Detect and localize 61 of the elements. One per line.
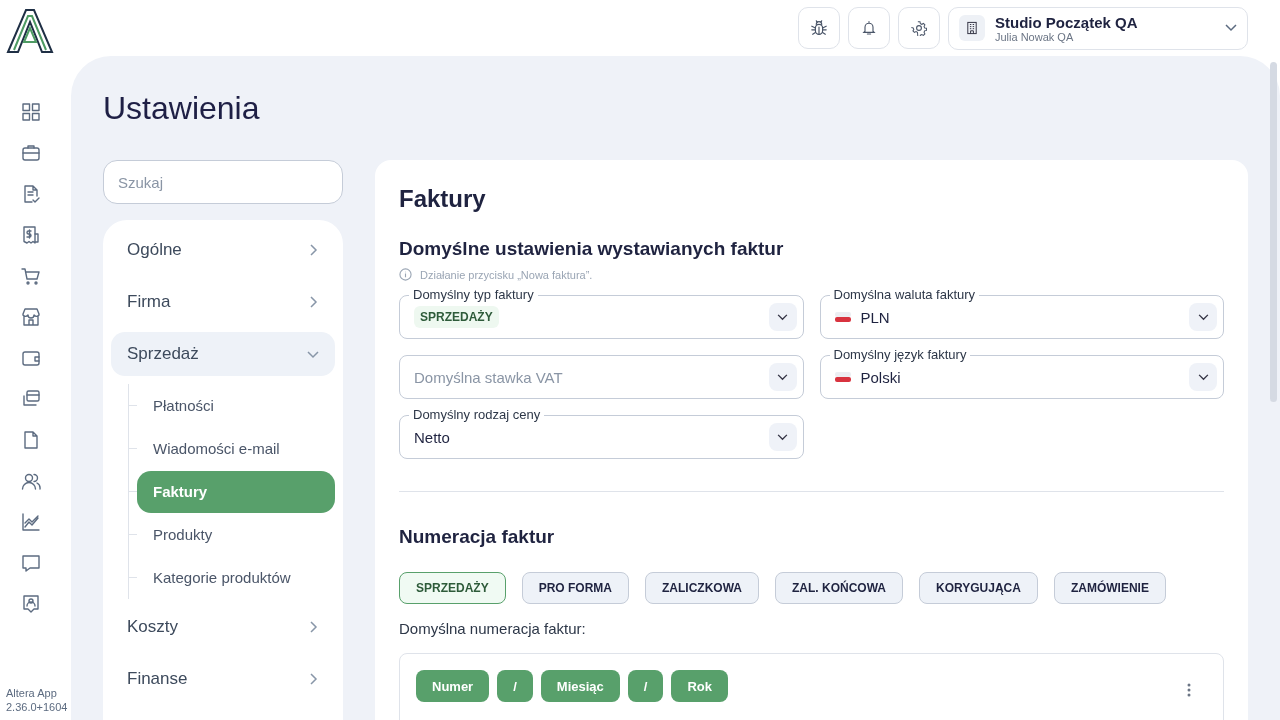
menu-item[interactable]: Firma bbox=[111, 280, 335, 324]
submenu-item[interactable]: Płatności bbox=[137, 384, 335, 427]
chevron-right-icon bbox=[307, 244, 319, 256]
menu-item[interactable]: Koszty bbox=[111, 605, 335, 649]
scrollbar-thumb[interactable] bbox=[1270, 62, 1277, 402]
chevron-right-icon bbox=[307, 673, 319, 685]
chevron-down-icon bbox=[768, 303, 797, 331]
chart-icon[interactable] bbox=[20, 512, 41, 532]
app-name: Altera App bbox=[6, 686, 58, 700]
cart-icon[interactable] bbox=[20, 266, 41, 286]
users-icon[interactable] bbox=[20, 471, 41, 491]
cards-icon[interactable] bbox=[20, 389, 41, 409]
page-title: Ustawienia bbox=[103, 89, 261, 128]
section-heading: Numeracja faktur bbox=[399, 525, 556, 549]
submenu-item[interactable]: Wiadomości e-mail bbox=[137, 427, 335, 470]
invoice-type-tab[interactable]: SPRZEDAŻY bbox=[399, 572, 506, 604]
section-title: Faktury bbox=[399, 184, 487, 214]
chevron-right-icon bbox=[307, 296, 319, 308]
chevron-down-icon bbox=[768, 363, 797, 391]
chevron-right-icon bbox=[307, 621, 319, 633]
info-text: Działanie przycisku „Nowa faktura”. bbox=[420, 268, 593, 281]
logo-icon bbox=[5, 8, 54, 54]
submenu-item[interactable]: Kategorie produktów bbox=[137, 556, 335, 599]
info-icon bbox=[399, 268, 412, 281]
chevron-down-icon bbox=[1225, 24, 1237, 32]
chevron-down-icon bbox=[1189, 363, 1217, 391]
chevron-down-icon bbox=[307, 348, 319, 360]
chat-icon[interactable] bbox=[20, 553, 41, 573]
menu-item[interactable]: Finanse bbox=[111, 657, 335, 701]
invoice-type-tab[interactable]: ZAL. KOŃCOWA bbox=[775, 572, 904, 604]
chevron-down-icon bbox=[768, 423, 797, 451]
bug-icon[interactable] bbox=[798, 7, 840, 49]
building-icon bbox=[959, 15, 985, 41]
flag-icon bbox=[834, 312, 851, 322]
invoice-type-tab[interactable]: KORYGUJĄCA bbox=[919, 572, 1038, 604]
app-version: 2.36.0+1604 bbox=[6, 700, 68, 714]
menu-item[interactable]: Ogólne bbox=[111, 228, 335, 272]
field-label: Domyślna waluta faktury bbox=[829, 287, 980, 303]
grid-icon[interactable] bbox=[20, 102, 41, 122]
field-label: Domyślny typ faktury bbox=[409, 287, 538, 303]
field-label: Domyślny język faktury bbox=[829, 347, 971, 363]
section-heading: Domyślne ustawienia wystawianych faktur bbox=[399, 237, 785, 261]
wallet-icon[interactable] bbox=[20, 348, 41, 368]
invoice-type-tab[interactable]: ZALICZKOWA bbox=[645, 572, 760, 604]
submenu-item[interactable]: Produkty bbox=[137, 513, 335, 556]
receipt-icon[interactable] bbox=[20, 225, 41, 245]
invoice-type-tab[interactable]: PRO FORMA bbox=[521, 572, 630, 604]
more-icon[interactable] bbox=[1187, 683, 1191, 697]
bell-icon[interactable] bbox=[848, 7, 890, 49]
flag-icon bbox=[834, 372, 851, 382]
briefcase-icon[interactable] bbox=[20, 143, 41, 163]
numbering-label: Domyślna numeracja faktur: bbox=[399, 620, 587, 637]
search-field[interactable]: Szukaj bbox=[103, 160, 343, 204]
company-switcher[interactable]: Studio Początek QA Julia Nowak QA bbox=[948, 6, 1248, 50]
chevron-down-icon bbox=[1189, 303, 1217, 331]
menu-item[interactable]: Sprzedaż bbox=[111, 332, 335, 376]
invoice-type-tab[interactable]: ZAMÓWIENIE bbox=[1053, 572, 1166, 604]
store-icon[interactable] bbox=[20, 307, 41, 327]
field-label: Domyślny rodzaj ceny bbox=[409, 407, 545, 423]
id-badge-icon[interactable] bbox=[20, 594, 41, 614]
settings-icon[interactable] bbox=[898, 7, 940, 49]
